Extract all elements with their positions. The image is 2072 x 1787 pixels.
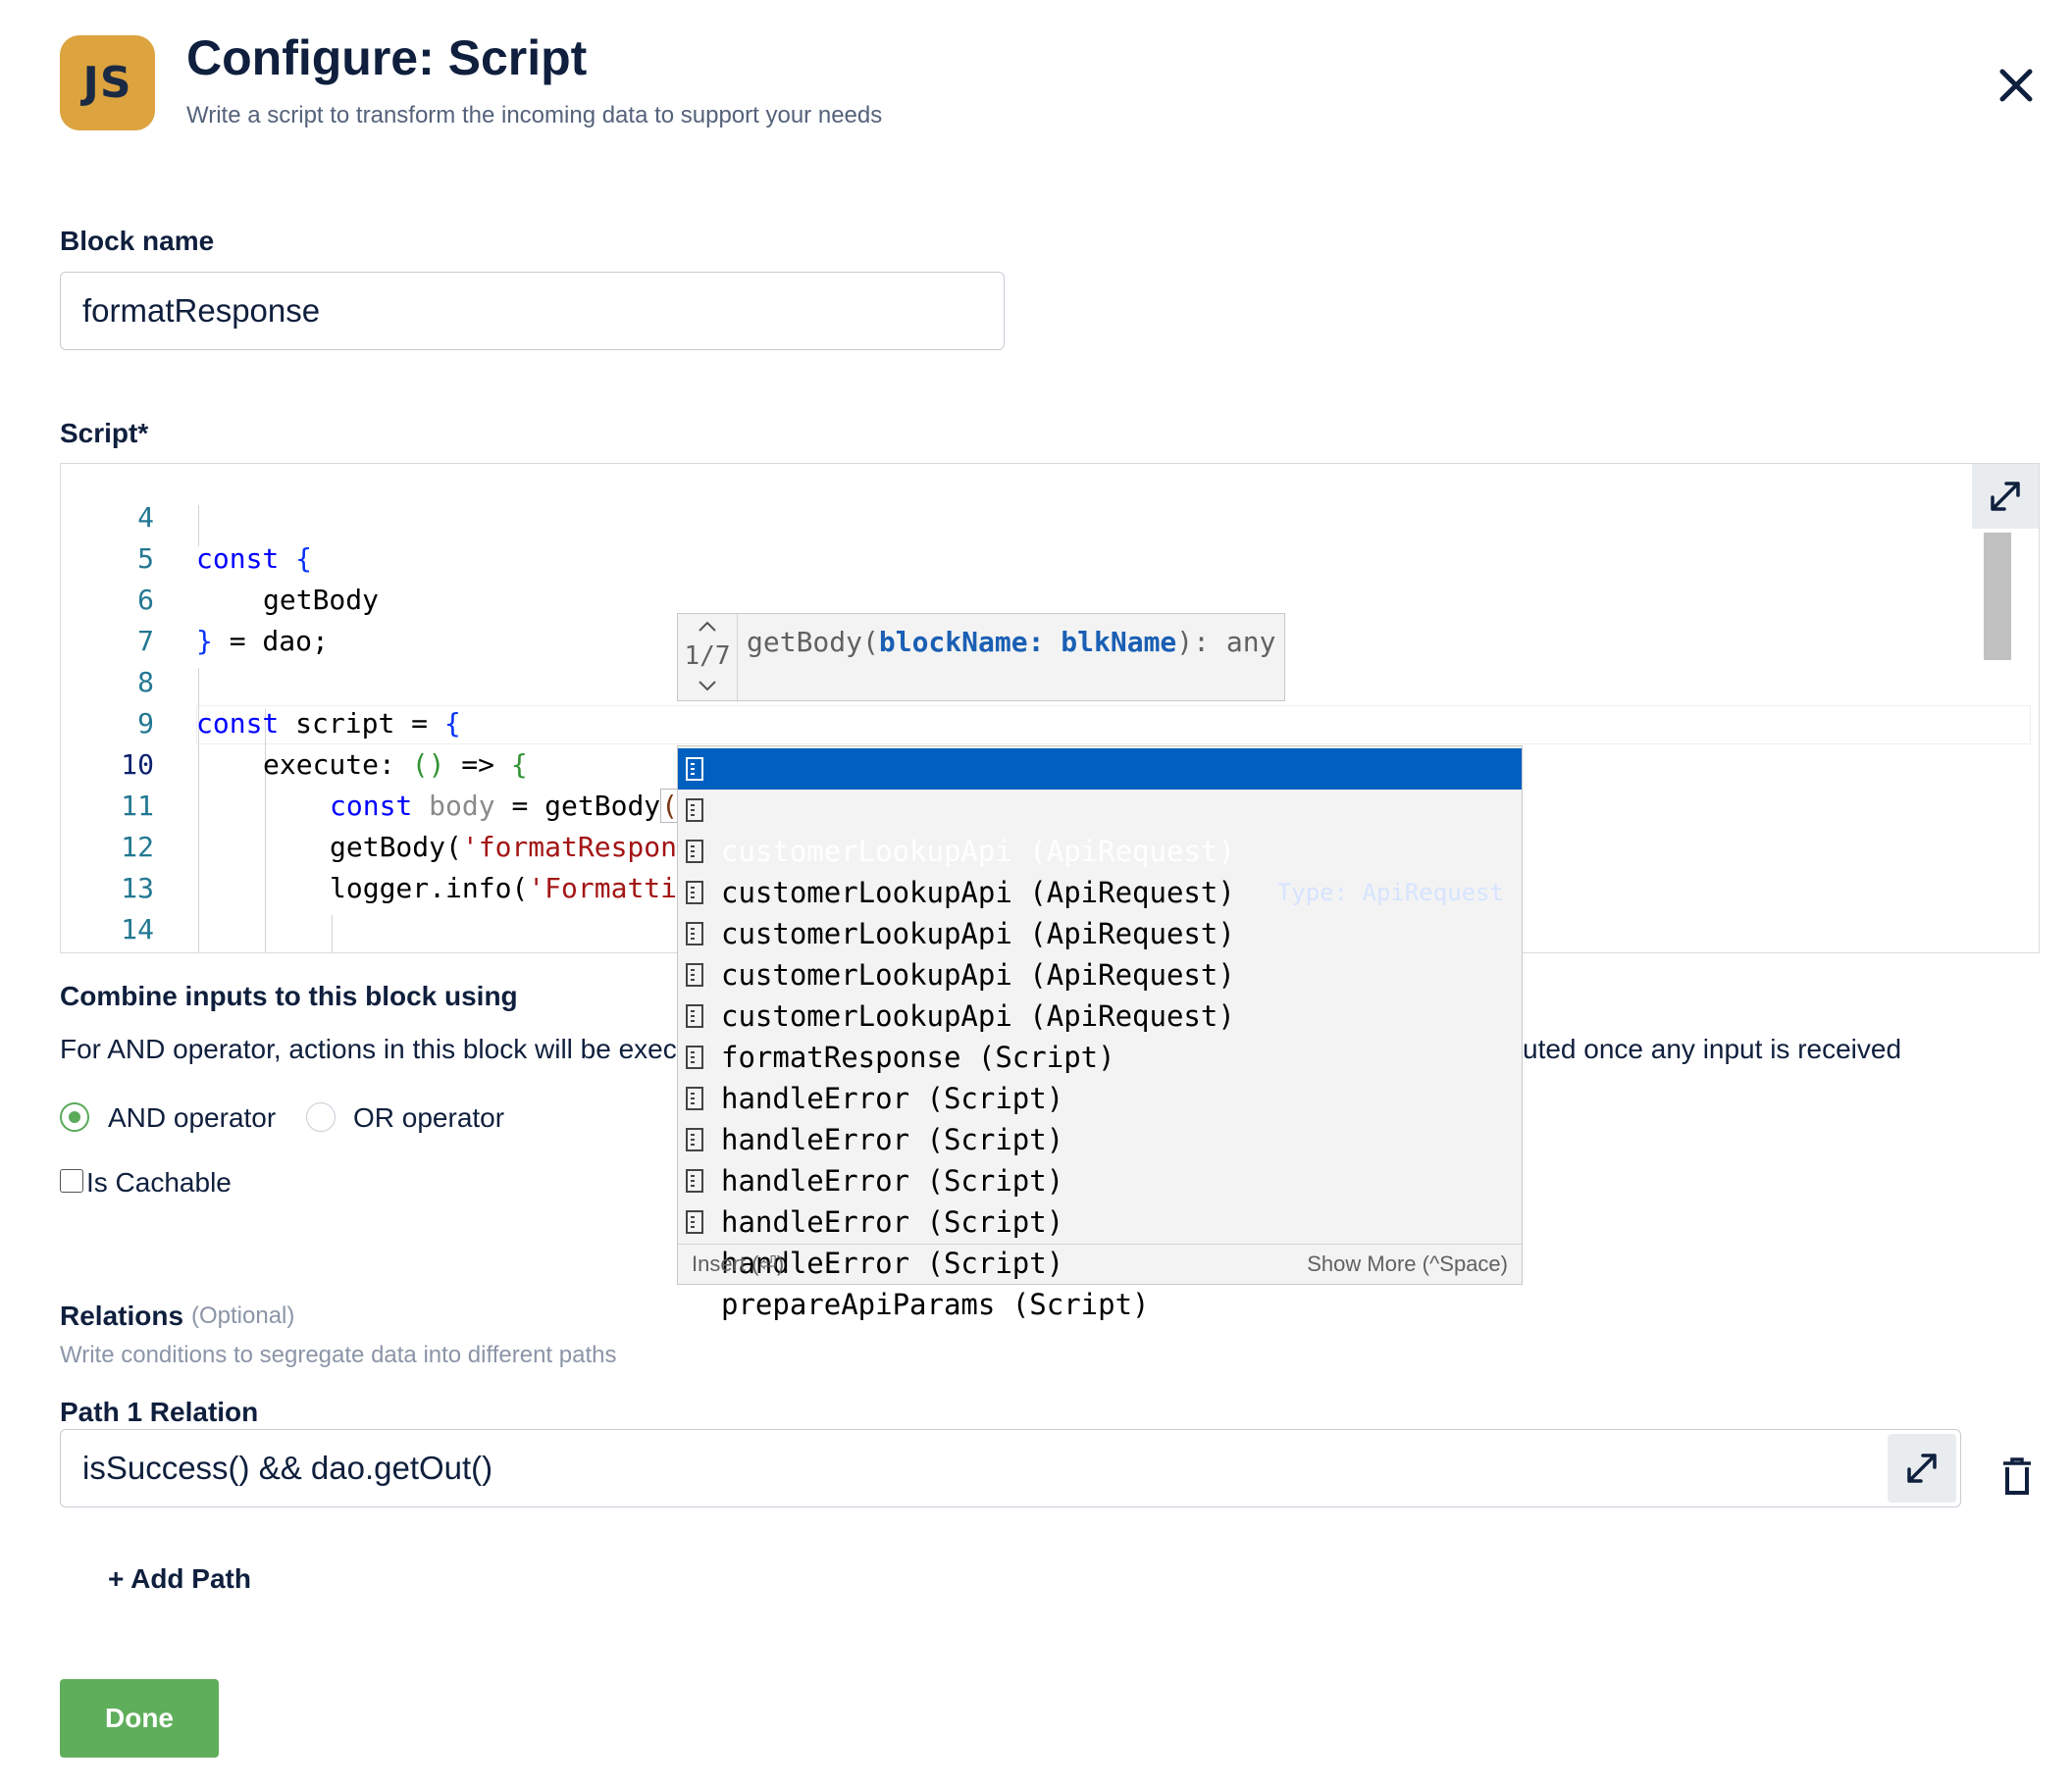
path-1-relation-label: Path 1 Relation: [60, 1397, 259, 1427]
chevron-up-icon[interactable]: [697, 620, 718, 634]
field-icon: [686, 922, 703, 945]
close-icon: [1999, 69, 2033, 102]
suggestion-label: prepareApiParams (Script): [721, 1288, 1150, 1321]
show-more-hint[interactable]: Show More (^Space): [1307, 1245, 1508, 1284]
parameter-hint: 1/7 getBody(blockName: blkName): any: [677, 613, 1285, 701]
page-title: Configure: Script: [186, 30, 588, 85]
suggestion-item[interactable]: customerLookupApi (ApiRequest): [678, 790, 1522, 909]
delete-path-button[interactable]: [1995, 1452, 2039, 1501]
field-icon: [686, 840, 703, 863]
combine-label: Combine inputs to this block using: [60, 981, 518, 1011]
suggest-footer: Insert (⏎) Show More (^Space): [678, 1244, 1522, 1284]
is-cachable-label[interactable]: Is Cachable: [86, 1167, 232, 1199]
code-line: 5 getBody: [61, 497, 2039, 616]
hint-function: getBody(: [747, 626, 879, 658]
hint-counter: 1/7: [684, 641, 731, 671]
field-icon: [686, 1046, 703, 1069]
hint-signature: getBody(blockName: blkName): any: [747, 614, 1275, 671]
hint-return: ): any: [1176, 626, 1276, 658]
suggestion-item[interactable]: handleError (Script): [678, 1160, 1522, 1280]
chevron-down-icon[interactable]: [697, 679, 718, 692]
combine-description-left: For AND operator, actions in this block …: [60, 1034, 677, 1064]
js-logo: JS: [60, 35, 155, 130]
suggestion-item[interactable]: handleError (Script): [678, 1078, 1522, 1198]
suggestion-item[interactable]: handleError (Script): [678, 1037, 1522, 1156]
suggestion-item[interactable]: handleError (Script): [678, 996, 1522, 1115]
relations-label: Relations: [60, 1301, 184, 1331]
expand-icon: [1907, 1454, 1937, 1483]
insert-hint[interactable]: Insert (⏎): [692, 1245, 784, 1284]
field-icon: [686, 1210, 703, 1234]
field-icon: [686, 1128, 703, 1151]
relations-description: Write conditions to segregate data into …: [60, 1342, 617, 1368]
field-icon: [686, 798, 703, 822]
close-button[interactable]: [1992, 61, 2041, 110]
hint-parameter: blockName: blkName: [878, 626, 1177, 658]
code-line: 10 const body = getBody(): [61, 703, 2039, 823]
field-icon: [686, 1004, 703, 1028]
page-subtitle: Write a script to transform the incoming…: [186, 102, 883, 128]
field-icon: [686, 1087, 703, 1110]
script-label: Script*: [60, 418, 149, 448]
expand-editor-button[interactable]: [1972, 464, 2039, 529]
suggestion-item[interactable]: formatResponse (Script): [678, 954, 1522, 1074]
editor-scrollbar[interactable]: [1984, 533, 2011, 945]
suggestion-item[interactable]: prepareApiParams (Script): [678, 1201, 1522, 1321]
done-button[interactable]: Done: [60, 1679, 219, 1758]
suggest-widget: customerLookupApi (ApiRequest) Type: Api…: [677, 745, 1523, 1321]
suggestion-item[interactable]: customerLookupApi (ApiRequest): [678, 831, 1522, 950]
trash-icon: [2003, 1457, 2031, 1495]
block-name-label: Block name: [60, 226, 215, 256]
and-operator-label[interactable]: AND operator: [108, 1102, 276, 1134]
combine-description-right: uted once any input is received: [1523, 1034, 1902, 1064]
is-cachable-checkbox[interactable]: [60, 1169, 83, 1193]
suggestion-item[interactable]: customerLookupApi (ApiRequest): [678, 872, 1522, 992]
expand-icon: [1991, 482, 2020, 511]
code-line: 6 } = dao;: [61, 538, 2039, 657]
scrollbar-thumb[interactable]: [1984, 533, 2011, 660]
or-operator-label[interactable]: OR operator: [353, 1102, 504, 1134]
field-icon: [686, 1169, 703, 1193]
suggestion-item[interactable]: customerLookupApi (ApiRequest): [678, 913, 1522, 1033]
optional-tag: (Optional): [191, 1302, 295, 1329]
suggestion-item[interactable]: customerLookupApi (ApiRequest) Type: Api…: [678, 748, 1522, 906]
expand-relation-button[interactable]: [1888, 1434, 1956, 1503]
block-name-input[interactable]: [60, 272, 1005, 350]
hint-navigator[interactable]: 1/7: [678, 614, 738, 700]
code-line: 4 const {: [61, 464, 2039, 575]
add-path-button[interactable]: + Add Path: [108, 1563, 251, 1595]
suggestion-item[interactable]: handleError (Script): [678, 1119, 1522, 1239]
path-1-relation-input[interactable]: [60, 1429, 1961, 1507]
line-number: 15: [61, 950, 154, 952]
field-icon: [686, 963, 703, 987]
field-icon: [686, 881, 703, 904]
and-operator-radio[interactable]: [60, 1102, 89, 1132]
or-operator-radio[interactable]: [306, 1102, 336, 1132]
field-icon: [686, 757, 703, 781]
